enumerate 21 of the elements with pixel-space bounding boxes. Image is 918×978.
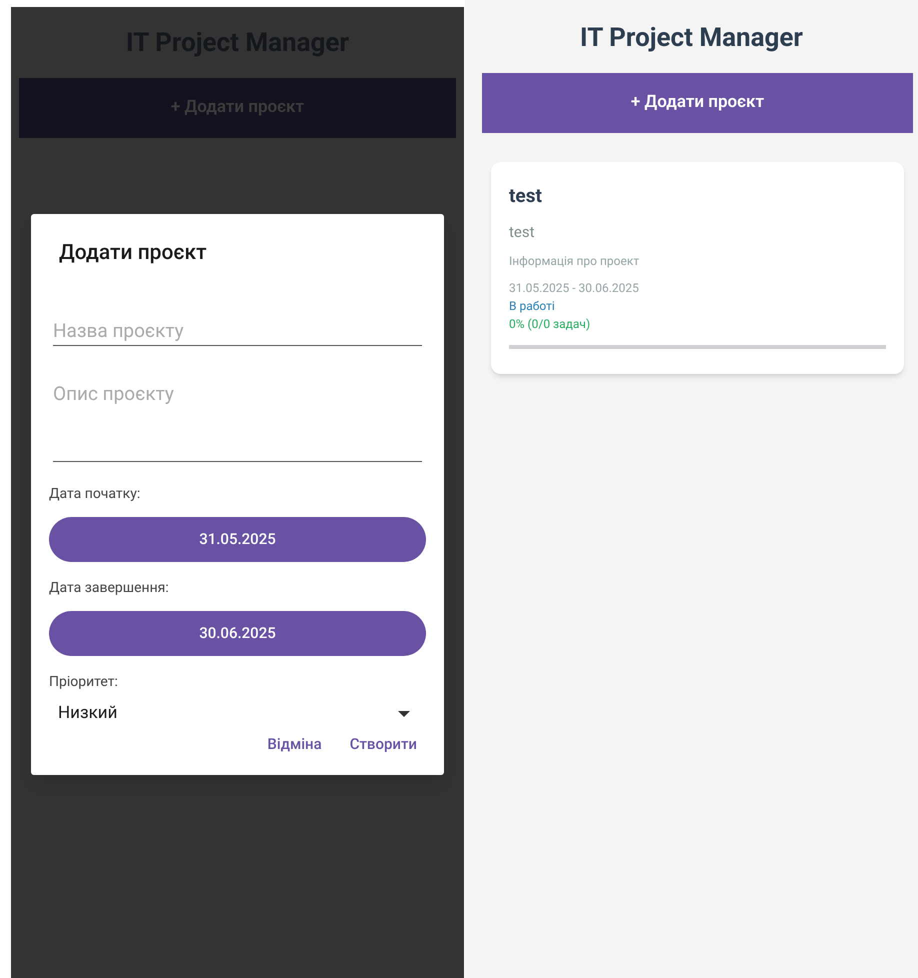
name-field[interactable]: Назва проєкту: [53, 306, 422, 346]
project-name: test: [509, 183, 543, 209]
project-progress-text: 0% (0/0 задач): [509, 316, 592, 333]
project-status: В работі: [509, 298, 556, 315]
priority-dropdown[interactable]: Низкий: [49, 698, 426, 728]
app-title: IT Project Manager: [579, 22, 804, 54]
dialog-title: Додати проєкт: [59, 240, 208, 267]
project-info: Інформація про проект: [509, 253, 640, 270]
start-date-button[interactable]: 31.05.2025: [49, 516, 426, 562]
start-date-label: Дата початку:: [49, 484, 142, 504]
cancel-button[interactable]: Відміна: [267, 732, 322, 755]
project-card[interactable]: test test Інформація про проект 31.05.2025 - 30.06.2025 В работі 0% (0/0 задач): [491, 162, 904, 374]
end-date-button[interactable]: 30.06.2025: [49, 610, 426, 656]
priority-label: Пріоритет:: [49, 672, 119, 692]
project-dates: 31.05.2025 - 30.06.2025: [509, 280, 640, 297]
dropdown-caret-icon: [398, 710, 410, 716]
description-field[interactable]: Опис проєкту: [53, 376, 422, 462]
project-description: test: [509, 222, 536, 242]
add-project-button[interactable]: + Додати проєкт: [482, 73, 913, 133]
create-button[interactable]: Створити: [350, 732, 417, 755]
end-date-label: Дата завершення:: [49, 578, 170, 598]
